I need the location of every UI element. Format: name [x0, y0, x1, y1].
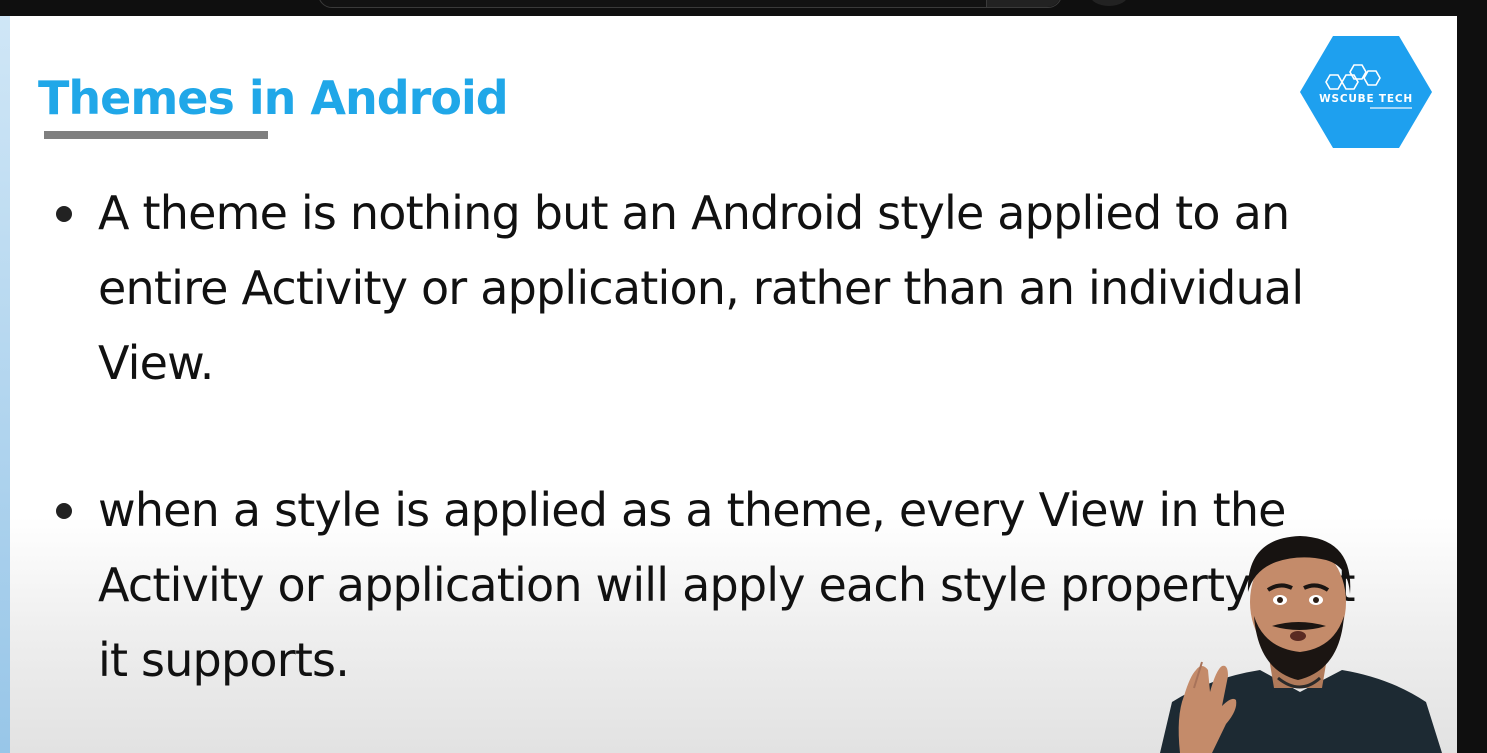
video-player-screen: Themes in Android WsCube Tech A theme is… [0, 0, 1487, 753]
slide-left-accent [0, 16, 10, 753]
title-underline [44, 131, 268, 139]
bullet-text: A theme is nothing but an Android style … [98, 186, 1304, 390]
bullet-dot [56, 206, 72, 222]
presenter-video-icon [1150, 520, 1450, 753]
bullet-dot [56, 503, 72, 519]
voice-search-button[interactable] [1090, 0, 1128, 6]
slide-title: Themes in Android [38, 71, 509, 125]
wscube-tech-logo-icon: WsCube Tech [1300, 34, 1432, 150]
top-bar [0, 0, 1487, 16]
search-button[interactable] [986, 0, 1061, 7]
right-edge [1457, 16, 1487, 753]
logo-text: WsCube Tech [1319, 93, 1413, 105]
search-box[interactable] [318, 0, 1062, 8]
list-item: A theme is nothing but an Android style … [50, 176, 1370, 401]
